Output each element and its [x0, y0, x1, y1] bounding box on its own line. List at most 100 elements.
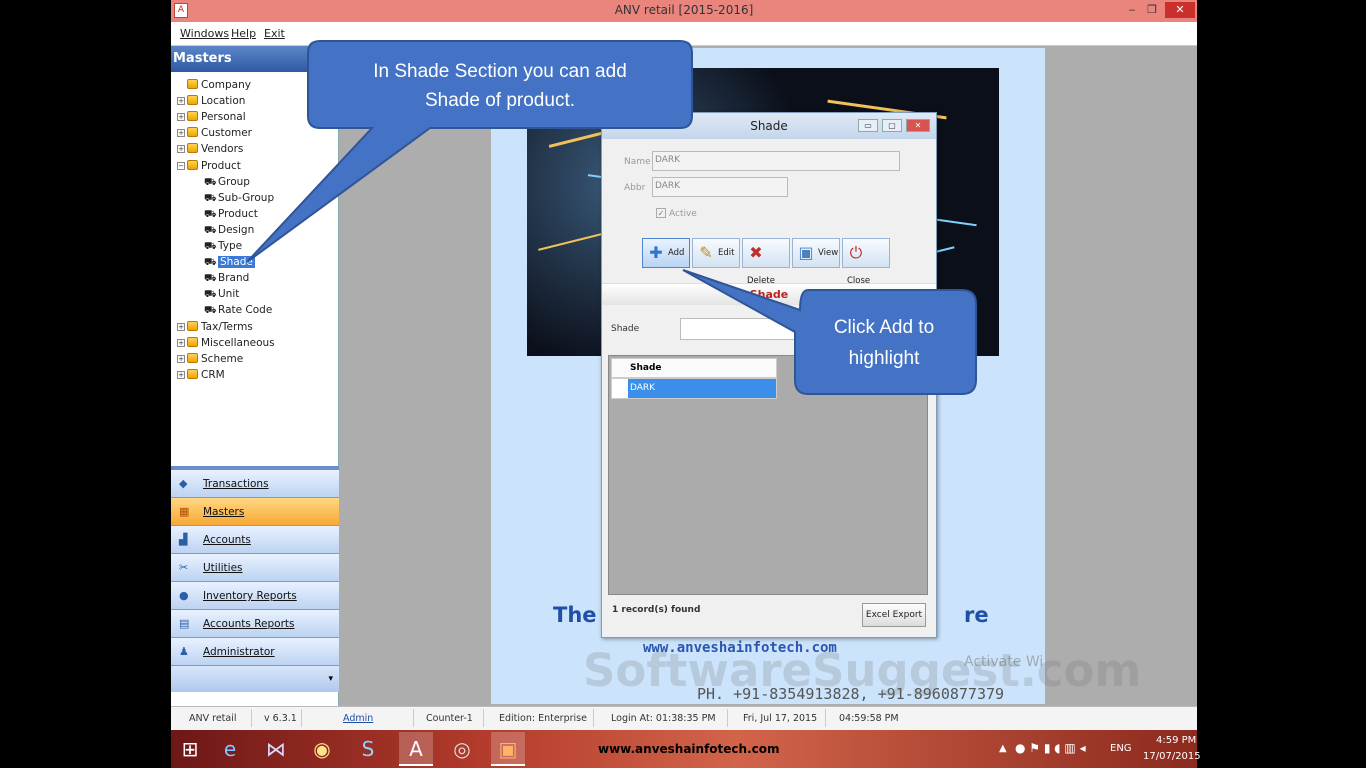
expander-icon[interactable]: +: [177, 113, 185, 122]
tree-node-customer[interactable]: + Customer: [177, 126, 252, 140]
tree-node-label: Rate Code: [218, 304, 273, 317]
delete-button[interactable]: ✖Delete: [742, 238, 790, 286]
expander-icon[interactable]: +: [177, 370, 185, 379]
active-label: Active: [669, 209, 697, 219]
tree-node-company[interactable]: Company: [177, 78, 251, 92]
expander-icon[interactable]: +: [177, 338, 185, 347]
nav-transactions[interactable]: ◆ Transactions: [171, 470, 339, 498]
tree-node-tax-terms[interactable]: + Tax/Terms: [177, 320, 253, 334]
abbr-label: Abbr: [624, 183, 646, 193]
chrome-icon[interactable]: ◉: [305, 732, 339, 766]
close-window-icon[interactable]: ✕: [1165, 2, 1195, 18]
settings-app-icon[interactable]: ◎: [445, 732, 479, 766]
tree-node-brand[interactable]: ⛟Brand: [204, 271, 249, 285]
tree-node-label: Location: [201, 95, 246, 108]
visual-studio-icon[interactable]: ⋈: [259, 732, 293, 766]
dialog-title-bar: Shade ▭ ▢ ✕: [602, 113, 936, 139]
menu-help[interactable]: Help: [231, 27, 256, 40]
status-app: ANV retail: [189, 713, 237, 724]
excel-export-button[interactable]: Excel Export: [862, 603, 926, 627]
folder-icon: [187, 368, 198, 379]
minimize-icon[interactable]: ‒: [1123, 2, 1141, 18]
expander-icon[interactable]: +: [177, 145, 185, 154]
masters-icon: ▦: [179, 505, 190, 518]
tree-node-label: Customer: [201, 127, 253, 140]
nav-inventory-reports[interactable]: ● Inventory Reports: [171, 582, 339, 610]
folder-icon: [187, 111, 198, 122]
button-label: View: [818, 248, 839, 258]
nav-accounts[interactable]: ▟ Accounts: [171, 526, 339, 554]
menu-windows[interactable]: Windows: [180, 27, 229, 40]
nav-administrator[interactable]: ♟ Administrator: [171, 638, 339, 666]
tree-node-shade[interactable]: ⛟ Shade: [204, 255, 255, 269]
tree-node-rate-code[interactable]: ⛟Rate Code: [204, 303, 272, 317]
status-counter: Counter-1: [426, 713, 473, 724]
folder-icon: [187, 143, 198, 154]
tree-node-vendors[interactable]: + Vendors: [177, 142, 243, 156]
tree-node-product[interactable]: ⛟Product: [204, 207, 258, 221]
tree-node-sub-group[interactable]: ⛟Sub-Group: [204, 191, 274, 205]
nav-label: Inventory Reports: [203, 590, 297, 602]
administrator-icon: ♟: [179, 645, 189, 658]
grid-header-shade[interactable]: Shade: [611, 358, 777, 378]
status-bar: ANV retail v 6.3.1 Admin Counter-1 Editi…: [171, 706, 1197, 730]
nav-accounts-reports[interactable]: ▤ Accounts Reports: [171, 610, 339, 638]
inventory-reports-icon: ●: [179, 589, 189, 602]
expander-icon[interactable]: +: [177, 97, 185, 106]
expander-icon[interactable]: +: [177, 354, 185, 363]
tray-arrow-icon[interactable]: ▲: [999, 743, 1007, 754]
masters-tree: Company + Location + Personal + Customer + Vendo…: [171, 72, 338, 472]
anv-retail-taskbar-icon[interactable]: A: [399, 732, 433, 766]
name-field[interactable]: DARK: [652, 151, 900, 171]
internet-explorer-icon[interactable]: e: [213, 732, 247, 766]
nav-label: Transactions: [203, 478, 269, 490]
nav-utilities[interactable]: ✂ Utilities: [171, 554, 339, 582]
tree-node-design[interactable]: ⛟Design: [204, 223, 254, 237]
menu-exit[interactable]: Exit: [264, 27, 285, 40]
clock-date[interactable]: 17/07/2015: [1143, 751, 1201, 762]
add-button[interactable]: ✚ Add: [642, 238, 690, 268]
start-windows-icon[interactable]: ⊞: [173, 732, 207, 766]
powerpoint-icon[interactable]: ▣: [491, 732, 525, 766]
tree-node-scheme[interactable]: + Scheme: [177, 352, 243, 366]
status-login: Login At: 01:38:35 PM: [611, 713, 716, 724]
tree-node-unit[interactable]: ⛟Unit: [204, 287, 239, 301]
clock-time[interactable]: 4:59 PM: [1156, 735, 1196, 746]
watermark: SoftwareSuggest.com: [583, 644, 1142, 697]
tree-node-miscellaneous[interactable]: + Miscellaneous: [177, 336, 275, 350]
cart-icon: ⛟: [204, 208, 217, 220]
tree-node-type[interactable]: ⛟Type: [204, 239, 242, 253]
view-button[interactable]: ▣ View: [792, 238, 840, 268]
edit-button[interactable]: ✎ Edit: [692, 238, 740, 268]
close-button[interactable]: ⏻Close: [842, 238, 890, 286]
table-row[interactable]: DARK: [611, 378, 777, 399]
folder-icon: [187, 159, 198, 170]
expander-icon[interactable]: +: [177, 322, 185, 331]
tree-node-group[interactable]: ⛟Group: [204, 175, 250, 189]
bottom-website-text: www.anveshainfotech.com: [598, 742, 780, 756]
filter-input[interactable]: [680, 318, 800, 340]
abbr-field[interactable]: DARK: [652, 177, 788, 197]
tray-icons[interactable]: ● ⚑ ▮ ◖ ▥ ◂: [1015, 741, 1086, 755]
sidebar-header: Masters: [171, 46, 338, 72]
tree-node-label: Unit: [218, 288, 240, 301]
tree-node-crm[interactable]: + CRM: [177, 368, 225, 382]
skype-icon[interactable]: S: [351, 732, 385, 766]
status-user[interactable]: Admin: [343, 713, 373, 724]
cart-icon: ⛟: [204, 241, 217, 252]
accounts-icon: ▟: [179, 533, 188, 546]
expander-icon[interactable]: +: [177, 129, 185, 138]
dialog-minimize-icon[interactable]: ▭: [858, 119, 878, 132]
maximize-icon[interactable]: ❐: [1143, 2, 1161, 18]
nav-more-chevron-icon[interactable]: ▾: [171, 666, 339, 692]
tree-node-location[interactable]: + Location: [177, 94, 245, 108]
dialog-close-icon[interactable]: ✕: [906, 119, 930, 132]
nav-masters[interactable]: ▦ Masters: [171, 498, 339, 526]
expander-icon[interactable]: −: [177, 161, 185, 170]
tree-node-product[interactable]: − Product: [177, 159, 241, 173]
tree-node-personal[interactable]: + Personal: [177, 110, 246, 124]
dialog-maximize-icon[interactable]: ▢: [882, 119, 902, 132]
status-version: v 6.3.1: [264, 713, 297, 724]
active-checkbox[interactable]: ✓ Active: [656, 208, 697, 219]
language-indicator[interactable]: ENG: [1110, 743, 1132, 754]
